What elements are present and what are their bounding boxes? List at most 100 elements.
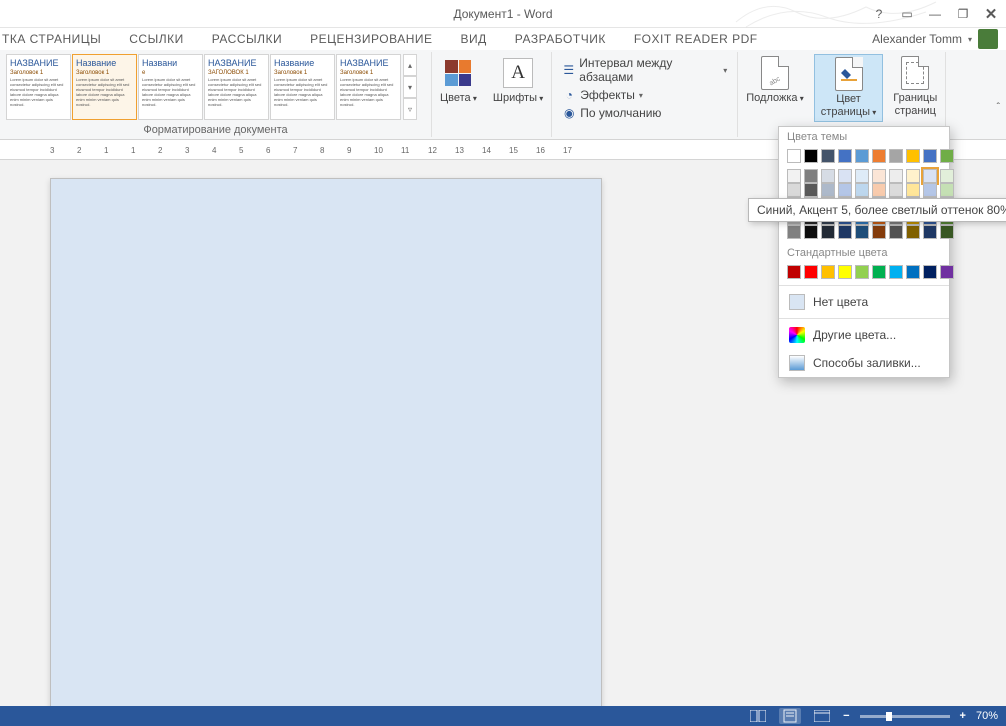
color-swatch[interactable] (923, 149, 937, 163)
close-icon[interactable]: ✕ (982, 5, 1000, 23)
page-canvas[interactable] (50, 178, 602, 706)
color-swatch[interactable] (889, 149, 903, 163)
color-swatch[interactable] (906, 149, 920, 163)
zoom-out-button[interactable]: − (843, 710, 849, 722)
minimize-icon[interactable]: — (926, 5, 944, 23)
watermark-button[interactable]: abc Подложка ▾ (740, 54, 810, 107)
ribbon-options-icon[interactable]: ▭ (898, 5, 916, 23)
zoom-slider[interactable] (860, 715, 950, 718)
collapse-ribbon-icon[interactable]: ˆ (997, 102, 1000, 113)
theme-colors-label: Цвета темы (779, 127, 949, 147)
read-mode-icon[interactable] (747, 708, 769, 724)
fonts-button[interactable]: A Шрифты ▾ (487, 54, 549, 107)
color-swatch[interactable] (804, 265, 818, 279)
fill-effects-button[interactable]: Способы заливки... (779, 349, 949, 377)
color-swatch[interactable] (821, 169, 835, 183)
color-swatch[interactable] (923, 169, 937, 183)
print-layout-icon[interactable] (779, 708, 801, 724)
color-swatch[interactable] (855, 169, 869, 183)
style-thumb[interactable]: НАЗВАНИЕЗаголовок 1Lorem ipsum dolor sit… (336, 54, 401, 120)
color-swatch[interactable] (804, 183, 818, 197)
color-swatch[interactable] (838, 265, 852, 279)
tab-view[interactable]: ВИД (461, 32, 487, 46)
color-swatch[interactable] (804, 149, 818, 163)
tab-page-layout[interactable]: ТКА СТРАНИЦЫ (2, 32, 101, 46)
style-gallery[interactable]: НАЗВАНИЕЗаголовок 1Lorem ipsum dolor sit… (6, 54, 424, 120)
style-thumb[interactable]: НазваниеLorem ipsum dolor sit amet conse… (138, 54, 203, 120)
color-swatch[interactable] (787, 169, 801, 183)
color-swatch[interactable] (855, 265, 869, 279)
effects-button[interactable]: ◔ Эффекты▾ (558, 86, 731, 104)
color-swatch[interactable] (821, 183, 835, 197)
style-thumb[interactable]: НазваниеЗаголовок 1Lorem ipsum dolor sit… (72, 54, 137, 120)
color-swatch[interactable] (855, 225, 869, 239)
color-swatch[interactable] (889, 225, 903, 239)
tab-links[interactable]: ССЫЛКИ (129, 32, 183, 46)
color-swatch[interactable] (906, 169, 920, 183)
color-swatch[interactable] (838, 183, 852, 197)
ruler-tick: 1 (104, 146, 108, 155)
page-color-button[interactable]: Цветстраницы ▾ (814, 54, 883, 122)
color-swatch[interactable] (923, 183, 937, 197)
color-swatch[interactable] (940, 225, 954, 239)
user-account[interactable]: Alexander Tomm ▾ (872, 29, 998, 49)
gallery-up[interactable]: ▴ (403, 54, 417, 76)
color-swatch[interactable] (821, 265, 835, 279)
page-color-picker: Цвета темы Стандартные цвета Нет цвета Д… (778, 126, 950, 378)
color-swatch[interactable] (889, 183, 903, 197)
color-swatch[interactable] (821, 149, 835, 163)
gallery-more[interactable]: ▿ (403, 98, 417, 120)
tab-mailings[interactable]: РАССЫЛКИ (212, 32, 282, 46)
color-swatch[interactable] (872, 149, 886, 163)
color-swatch[interactable] (940, 183, 954, 197)
style-thumb[interactable]: НАЗВАНИЕЗАГОЛОВОК 1Lorem ipsum dolor sit… (204, 54, 269, 120)
color-swatch[interactable] (940, 265, 954, 279)
color-swatch[interactable] (787, 149, 801, 163)
ruler-tick: 16 (536, 146, 545, 155)
color-swatch[interactable] (889, 265, 903, 279)
gallery-down[interactable]: ▾ (403, 76, 417, 98)
color-swatch[interactable] (804, 225, 818, 239)
zoom-level[interactable]: 70% (976, 710, 998, 722)
color-swatch[interactable] (838, 169, 852, 183)
color-swatch[interactable] (940, 149, 954, 163)
colors-button[interactable]: Цвета ▾ (434, 54, 483, 107)
page-borders-button[interactable]: Границыстраниц (887, 54, 943, 120)
color-swatch[interactable] (838, 149, 852, 163)
style-thumb[interactable]: НазваниеЗаголовок 1Lorem ipsum dolor sit… (270, 54, 335, 120)
ruler-tick: 2 (77, 146, 81, 155)
color-swatch[interactable] (906, 183, 920, 197)
paragraph-spacing-button[interactable]: ☰ Интервал между абзацами▾ (558, 54, 731, 86)
color-swatch[interactable] (872, 225, 886, 239)
web-layout-icon[interactable] (811, 708, 833, 724)
color-swatch[interactable] (872, 169, 886, 183)
color-swatch[interactable] (940, 169, 954, 183)
color-swatch[interactable] (787, 265, 801, 279)
color-swatch[interactable] (855, 149, 869, 163)
color-swatch[interactable] (787, 183, 801, 197)
color-swatch[interactable] (821, 225, 835, 239)
color-swatch[interactable] (787, 225, 801, 239)
color-swatch[interactable] (872, 183, 886, 197)
color-swatch[interactable] (923, 265, 937, 279)
color-swatch[interactable] (872, 265, 886, 279)
zoom-in-button[interactable]: + (960, 710, 966, 722)
tab-developer[interactable]: РАЗРАБОТЧИК (515, 32, 606, 46)
no-color-button[interactable]: Нет цвета (779, 288, 949, 316)
tab-foxit[interactable]: FOXIT READER PDF (634, 32, 758, 46)
style-thumb[interactable]: НАЗВАНИЕЗаголовок 1Lorem ipsum dolor sit… (6, 54, 71, 120)
set-default-button[interactable]: ◉ По умолчанию (558, 104, 731, 122)
ruler-tick: 14 (482, 146, 491, 155)
more-colors-button[interactable]: Другие цвета... (779, 321, 949, 349)
color-swatch[interactable] (838, 225, 852, 239)
color-swatch[interactable] (804, 169, 818, 183)
help-icon[interactable]: ? (870, 5, 888, 23)
restore-icon[interactable]: ❐ (954, 5, 972, 23)
page-borders-icon (901, 56, 929, 90)
color-swatch[interactable] (855, 183, 869, 197)
color-swatch[interactable] (889, 169, 903, 183)
color-swatch[interactable] (906, 225, 920, 239)
color-swatch[interactable] (906, 265, 920, 279)
tab-review[interactable]: РЕЦЕНЗИРОВАНИЕ (310, 32, 432, 46)
color-swatch[interactable] (923, 225, 937, 239)
